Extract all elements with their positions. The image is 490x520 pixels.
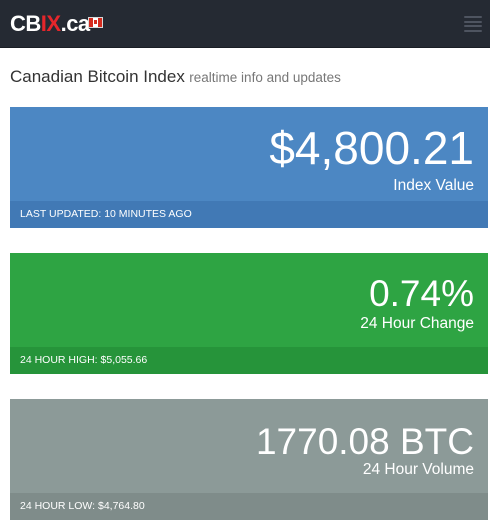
low-footer: 24 HOUR LOW: $4,764.80 [10,493,488,520]
menu-bar [464,25,482,28]
volume-panel-body: 1770.08 BTC 24 Hour Volume [10,399,488,493]
brand-text-cb: CB [10,11,41,36]
maple-leaf-mark [94,20,97,24]
page-title: Canadian Bitcoin Index [10,67,185,86]
last-updated-footer: LAST UPDATED: 10 MINUTES AGO [10,201,488,228]
canada-flag-icon [88,17,103,28]
change-label: 24 Hour Change [360,315,474,332]
page-heading: Canadian Bitcoin Index realtime info and… [10,66,341,89]
brand-text-ix: IX [40,11,61,36]
brand-text-ca: .ca [60,11,91,36]
high-footer: 24 HOUR HIGH: $5,055.66 [10,347,488,374]
change-panel-body: 0.74% 24 Hour Change [10,253,488,347]
menu-bar [464,16,482,18]
page-subtitle: realtime info and updates [189,70,341,85]
menu-bar [464,29,482,32]
index-value-panel-body: $4,800.21 Index Value [10,107,488,201]
change-value: 0.74% [369,273,474,314]
change-panel: 0.74% 24 Hour Change 24 HOUR HIGH: $5,05… [10,253,488,374]
volume-panel: 1770.08 BTC 24 Hour Volume 24 HOUR LOW: … [10,399,488,520]
brand-logo[interactable]: CBIX.ca [10,11,90,37]
index-value: $4,800.21 [269,122,474,174]
volume-value: 1770.08 BTC [255,421,474,462]
index-value-panel: $4,800.21 Index Value LAST UPDATED: 10 M… [10,107,488,228]
hamburger-menu-icon[interactable] [464,16,482,32]
index-value-label: Index Value [393,177,474,194]
menu-bar [464,20,482,23]
top-navbar: CBIX.ca [0,0,490,48]
volume-label: 24 Hour Volume [362,461,474,478]
